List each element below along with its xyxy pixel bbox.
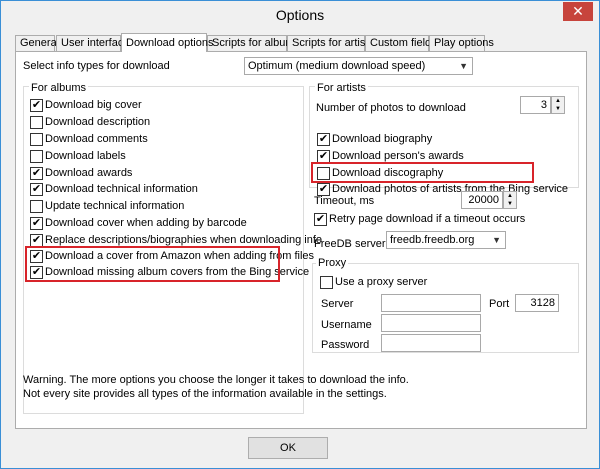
checkbox-icon — [30, 116, 43, 129]
chk-labels[interactable]: Download labels — [30, 149, 126, 164]
chevron-down-icon: ▼ — [492, 235, 501, 245]
freedb-select[interactable]: freedb.freedb.org ▼ — [386, 231, 506, 249]
chk-biography[interactable]: ✔ Download biography — [317, 132, 432, 147]
timeout-input[interactable]: 20000 — [461, 191, 503, 209]
timeout-label: Timeout, ms — [314, 195, 375, 207]
freedb-value: freedb.freedb.org — [390, 234, 475, 246]
info-types-select[interactable]: Optimum (medium download speed) ▼ — [244, 57, 473, 75]
tab-user-interface[interactable]: User interface — [56, 35, 129, 51]
checkbox-icon — [30, 200, 43, 213]
highlight-frame — [25, 246, 280, 282]
checkbox-icon: ✔ — [314, 213, 327, 226]
tab-play-options[interactable]: Play options — [429, 35, 494, 51]
proxy-server-label: Server — [321, 298, 354, 310]
checkbox-icon: ✔ — [30, 217, 43, 230]
checkbox-icon: ✔ — [30, 99, 43, 112]
options-window: Options ✕ General User interface Downloa… — [0, 0, 600, 469]
freedb-label: FreeDB server — [314, 238, 386, 250]
ok-button[interactable]: OK — [248, 437, 328, 459]
chk-big-cover[interactable]: ✔ Download big cover — [30, 98, 142, 113]
checkbox-icon — [320, 276, 333, 289]
chk-retry-download[interactable]: ✔ Retry page download if a timeout occurs — [314, 212, 525, 227]
tab-scripts-artists[interactable]: Scripts for artists — [287, 35, 374, 51]
tab-download-options[interactable]: Download options — [121, 33, 213, 52]
download-options-panel: Select info types for download Optimum (… — [15, 51, 587, 429]
proxy-username-input[interactable] — [381, 314, 481, 332]
chk-update-technical-info[interactable]: Update technical information — [30, 199, 184, 214]
info-types-value: Optimum (medium download speed) — [248, 60, 426, 72]
warning-line-2: Not every site provides all types of the… — [23, 388, 387, 400]
proxy-group-title: Proxy — [316, 257, 349, 269]
proxy-server-input[interactable] — [381, 294, 481, 312]
chk-technical-info[interactable]: ✔ Download technical information — [30, 182, 198, 197]
photos-count-label: Number of photos to download — [316, 102, 466, 114]
chk-description[interactable]: Download description — [30, 115, 150, 130]
chk-awards[interactable]: ✔ Download awards — [30, 166, 132, 181]
checkbox-icon: ✔ — [30, 167, 43, 180]
tab-general[interactable]: General — [15, 35, 59, 51]
spin-up-down-icon[interactable]: ▲ ▼ — [551, 96, 565, 114]
proxy-username-label: Username — [321, 319, 372, 331]
close-button[interactable]: ✕ — [563, 2, 593, 21]
chk-cover-barcode[interactable]: ✔ Download cover when adding by barcode — [30, 216, 247, 231]
warning-line-1: Warning. The more options you choose the… — [23, 374, 409, 386]
artists-group-title: For artists — [315, 82, 368, 94]
proxy-port-input[interactable]: 3128 — [515, 294, 559, 312]
photos-count-input[interactable]: 3 — [520, 96, 551, 114]
albums-group-title: For albums — [29, 82, 89, 94]
proxy-port-label: Port — [489, 298, 510, 310]
checkbox-icon: ✔ — [317, 133, 330, 146]
info-types-label: Select info types for download — [23, 60, 170, 72]
checkbox-icon — [30, 150, 43, 163]
proxy-password-label: Password — [321, 339, 370, 351]
tab-custom-fields[interactable]: Custom fields — [365, 35, 437, 51]
highlight-frame — [311, 162, 534, 183]
spin-up-down-icon[interactable]: ▲ ▼ — [503, 191, 517, 209]
checkbox-icon: ✔ — [30, 183, 43, 196]
tab-scripts-albums[interactable]: Scripts for albums — [207, 35, 300, 51]
proxy-password-input[interactable] — [381, 334, 481, 352]
checkbox-icon — [30, 133, 43, 146]
chk-comments[interactable]: Download comments — [30, 132, 148, 147]
chk-use-proxy[interactable]: Use a proxy server — [320, 275, 427, 290]
window-title: Options — [1, 1, 599, 29]
chevron-down-icon: ▼ — [459, 61, 468, 71]
